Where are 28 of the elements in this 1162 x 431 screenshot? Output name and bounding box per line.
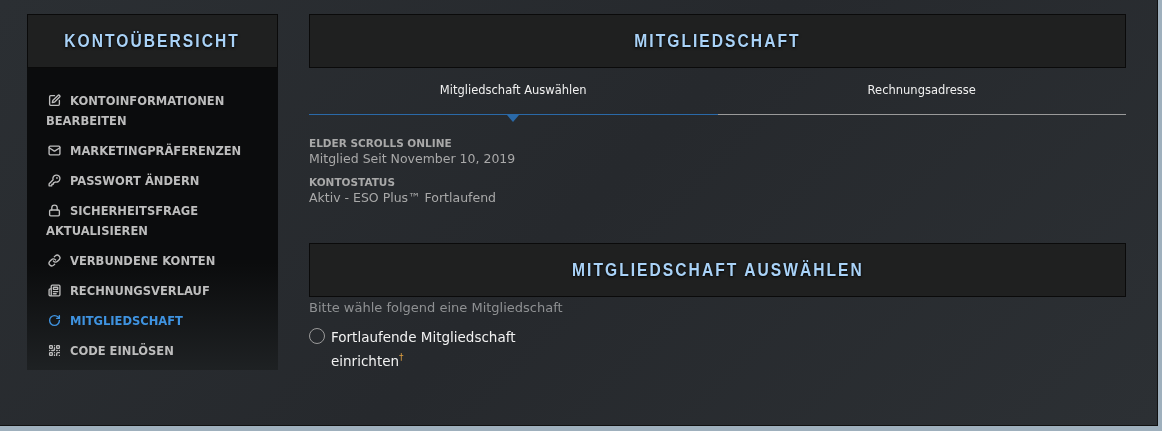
envelope-icon <box>48 144 61 157</box>
info-label: ELDER SCROLLS ONLINE <box>309 137 453 149</box>
sidebar-item[interactable]: CODE EINLÖSEN <box>46 336 271 366</box>
sidebar-item[interactable]: SICHERHEITSFRAGE AKTUALISIEREN <box>46 196 271 246</box>
section-title: MITGLIEDSCHAFT AUSWÄHLEN <box>571 259 864 281</box>
tab-pointer-icon <box>507 115 520 122</box>
edit-icon <box>48 94 61 107</box>
page-title: MITGLIEDSCHAFT <box>634 30 801 52</box>
list-icon <box>48 284 61 297</box>
sidebar-item[interactable]: RECHNUNGSVERLAUF <box>46 276 271 306</box>
lock-icon <box>48 204 61 217</box>
prompt-text: Bitte wähle folgend eine Mitgliedschaft <box>309 300 564 315</box>
tab[interactable]: Rechnungsadresse <box>717 80 1126 115</box>
info-value: Aktiv - ESO Plus™ Fortlaufend <box>309 190 498 205</box>
info-label: KONTOSTATUS <box>309 176 396 188</box>
sidebar-item[interactable]: MITGLIEDSCHAFT <box>46 306 271 336</box>
sidebar-item[interactable]: VERBUNDENE KONTEN <box>46 246 271 276</box>
key-icon <box>48 174 61 187</box>
sidebar-item[interactable]: KONTOINFORMATIONEN BEARBEITEN <box>46 86 271 136</box>
sidebar-item[interactable]: PASSWORT ÄNDERN <box>46 166 271 196</box>
sidebar-title: KONTOÜBERSICHT <box>64 30 241 52</box>
option-label: Fortlaufende Mitgliedschaft einrichten$^{†}$ <box>331 328 517 371</box>
info-value: Mitglied Seit November 10, 2019 <box>309 151 517 166</box>
qr-code-icon <box>48 344 61 357</box>
sidebar-item[interactable]: MARKETINGPRÄFERENZEN <box>46 136 271 166</box>
tab[interactable]: Mitgliedschaft Auswählen <box>309 80 718 115</box>
refresh-icon <box>48 314 61 327</box>
link-icon <box>48 254 61 267</box>
